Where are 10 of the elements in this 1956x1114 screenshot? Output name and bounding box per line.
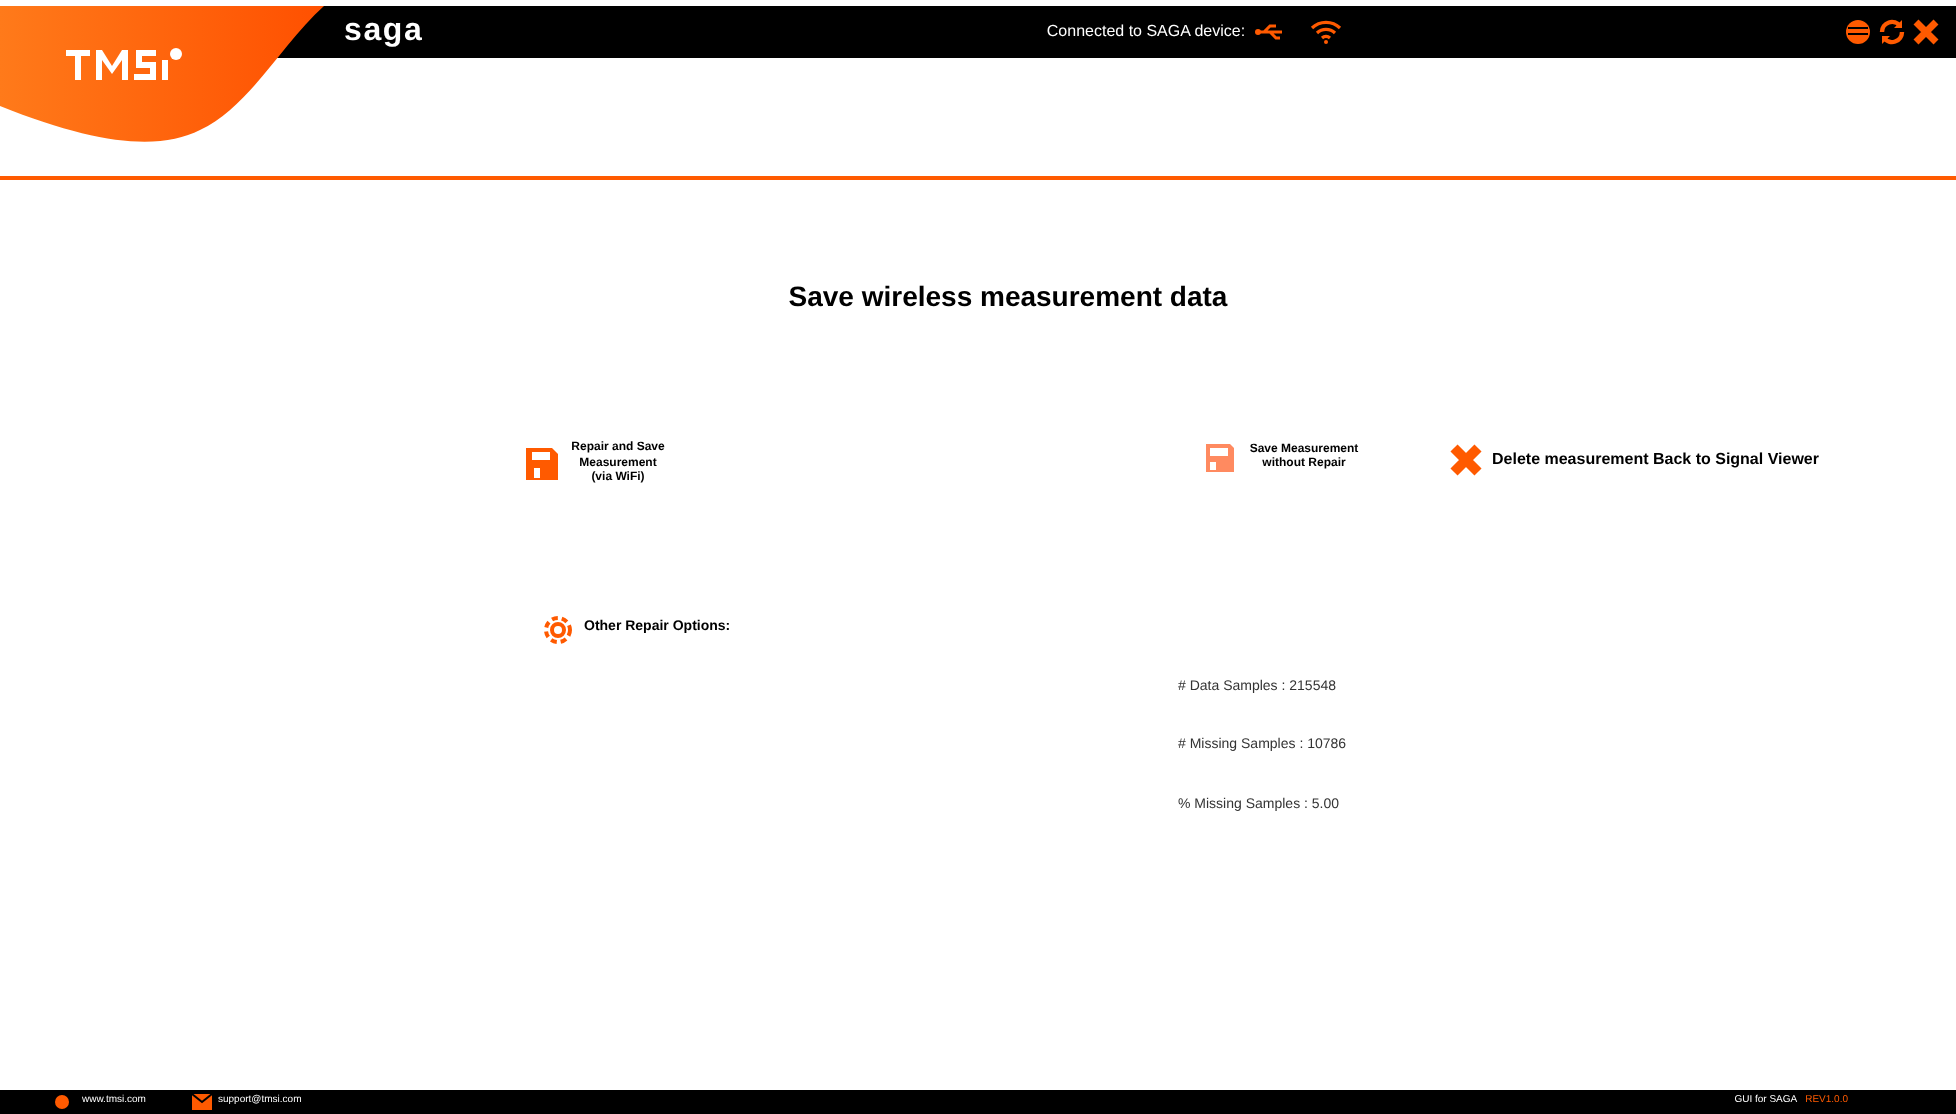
refresh-icon[interactable] xyxy=(1876,16,1908,48)
product-logo: saga xyxy=(344,12,426,52)
usb-icon xyxy=(1253,24,1286,40)
settings-icon[interactable] xyxy=(540,611,576,647)
wifi-icon xyxy=(1309,20,1342,44)
close-icon[interactable] xyxy=(1912,18,1940,46)
connection-status: Connected to SAGA device: xyxy=(1046,20,1246,44)
action-label[interactable]: Delete measurement Back to Signal Viewer xyxy=(1492,450,1819,470)
delete-icon xyxy=(1448,442,1484,478)
page-title: Save wireless measurement data xyxy=(786,278,1230,316)
